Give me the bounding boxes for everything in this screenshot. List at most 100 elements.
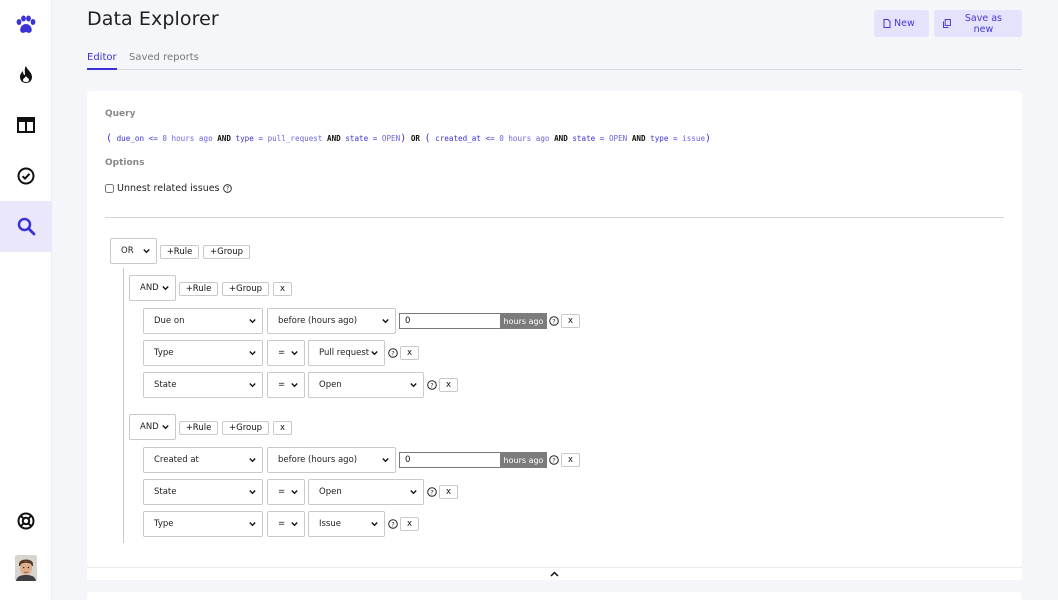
chevron-up-icon bbox=[550, 571, 559, 577]
remove-group-button[interactable]: x bbox=[273, 421, 292, 435]
chevron-down-icon bbox=[249, 383, 256, 388]
group-combinator-value: AND bbox=[140, 283, 159, 293]
rule-field-select[interactable]: Due on bbox=[143, 308, 263, 334]
user-avatar[interactable] bbox=[0, 543, 52, 593]
query-field: state bbox=[345, 134, 369, 143]
rule-field-value: Type bbox=[154, 519, 174, 529]
remove-group-button[interactable]: x bbox=[273, 282, 292, 296]
add-rule-button[interactable]: +Rule bbox=[160, 245, 199, 259]
chevron-down-icon bbox=[162, 425, 169, 430]
query-or: OR bbox=[410, 134, 420, 143]
add-group-button[interactable]: +Group bbox=[203, 245, 250, 259]
rule-field-select[interactable]: State bbox=[143, 372, 263, 398]
rule-field-select[interactable]: Type bbox=[143, 511, 263, 537]
add-rule-button[interactable]: +Rule bbox=[179, 282, 218, 296]
tab-editor[interactable]: Editor bbox=[87, 52, 117, 70]
sidebar-item-explorer[interactable] bbox=[0, 201, 52, 252]
rule-operator-select[interactable]: = bbox=[267, 340, 305, 366]
new-button-label: New bbox=[894, 18, 915, 29]
rule-value-select[interactable]: Pull request bbox=[308, 340, 385, 366]
chevron-down-icon bbox=[143, 249, 150, 254]
group-combinator-select[interactable]: AND bbox=[129, 275, 176, 301]
rule-operator-select[interactable]: before (hours ago) bbox=[267, 447, 396, 473]
lifebuoy-icon bbox=[17, 512, 35, 530]
rule-field-select[interactable]: State bbox=[143, 479, 263, 505]
rule-operator-value: = bbox=[278, 487, 286, 497]
tab-bar: Editor Saved reports bbox=[87, 50, 1022, 70]
rule-field-select[interactable]: Type bbox=[143, 340, 263, 366]
query-value: OPEN bbox=[381, 134, 401, 143]
rule-value-select[interactable]: Open bbox=[308, 479, 424, 505]
rule-field-select[interactable]: Created at bbox=[143, 447, 263, 473]
rule-operator-select[interactable]: = bbox=[267, 372, 305, 398]
chevron-down-icon bbox=[371, 522, 378, 527]
remove-rule-button[interactable]: x bbox=[561, 453, 580, 467]
help-icon: ? bbox=[388, 519, 398, 529]
svg-text:?: ? bbox=[552, 456, 555, 464]
page-title: Data Explorer bbox=[87, 8, 219, 30]
query-and: AND bbox=[217, 134, 231, 143]
chevron-down-icon bbox=[249, 522, 256, 527]
root-combinator-value: OR bbox=[121, 246, 134, 256]
svg-text:?: ? bbox=[552, 317, 555, 325]
chevron-down-icon bbox=[249, 319, 256, 324]
chevron-down-icon bbox=[382, 458, 389, 463]
rule-operator-select[interactable]: = bbox=[267, 511, 305, 537]
sidebar-item-tasks[interactable] bbox=[0, 151, 52, 201]
rule-value-input[interactable]: 0 bbox=[399, 313, 501, 329]
chevron-down-icon bbox=[371, 351, 378, 356]
flame-icon bbox=[20, 65, 32, 83]
root-combinator-select[interactable]: OR bbox=[110, 238, 157, 264]
save-as-new-button[interactable]: Save as new bbox=[934, 10, 1022, 37]
divider bbox=[105, 217, 1004, 218]
rule-value-input[interactable]: 0 bbox=[399, 452, 501, 468]
query-operator: = bbox=[673, 134, 678, 143]
rule-operator-select[interactable]: before (hours ago) bbox=[267, 308, 396, 334]
unnest-checkbox[interactable] bbox=[105, 184, 114, 193]
unnest-label: Unnest related issues bbox=[117, 183, 220, 194]
chevron-down-icon bbox=[382, 319, 389, 324]
help-icon: ? bbox=[549, 455, 559, 465]
query-field: type bbox=[235, 134, 254, 143]
svg-text:?: ? bbox=[430, 488, 433, 496]
remove-rule-button[interactable]: x bbox=[400, 517, 419, 531]
remove-rule-button[interactable]: x bbox=[400, 346, 419, 360]
add-group-button[interactable]: +Group bbox=[222, 282, 269, 296]
chevron-down-icon bbox=[249, 351, 256, 356]
add-rule-button[interactable]: +Rule bbox=[179, 421, 218, 435]
paw-logo[interactable] bbox=[0, 0, 52, 50]
remove-rule-button[interactable]: x bbox=[439, 378, 458, 392]
new-button[interactable]: New bbox=[874, 10, 929, 37]
file-icon bbox=[883, 19, 891, 28]
rule-operator-select[interactable]: = bbox=[267, 479, 305, 505]
rule-field-value: Type bbox=[154, 348, 174, 358]
collapse-toggle[interactable] bbox=[87, 567, 1022, 580]
rule-value-select[interactable]: Open bbox=[308, 372, 424, 398]
unnest-option[interactable]: Unnest related issues ? bbox=[105, 183, 232, 194]
rule-field-value: Created at bbox=[154, 455, 199, 465]
help-icon: ? bbox=[427, 487, 437, 497]
query-preview: ( due_on <= 0 hours ago AND type = pull_… bbox=[106, 133, 712, 144]
avatar bbox=[15, 555, 37, 581]
query-operator: = bbox=[599, 134, 605, 143]
root-group-line bbox=[123, 268, 124, 543]
group-combinator-select[interactable]: AND bbox=[129, 414, 176, 440]
paw-icon bbox=[16, 15, 36, 33]
sidebar-item-hot[interactable] bbox=[0, 49, 52, 99]
chevron-down-icon bbox=[249, 458, 256, 463]
sidebar-item-help[interactable] bbox=[0, 496, 52, 546]
chevron-down-icon bbox=[249, 490, 256, 495]
remove-rule-button[interactable]: x bbox=[561, 314, 580, 328]
tab-saved-reports[interactable]: Saved reports bbox=[129, 52, 199, 70]
rule-value-select[interactable]: Issue bbox=[308, 511, 385, 537]
rule-value: Open bbox=[319, 487, 342, 497]
chevron-down-icon bbox=[291, 383, 298, 388]
query-and: AND bbox=[327, 134, 341, 143]
query-field: type bbox=[650, 134, 669, 143]
remove-rule-button[interactable]: x bbox=[439, 485, 458, 499]
svg-text:?: ? bbox=[391, 349, 394, 357]
add-group-button[interactable]: +Group bbox=[222, 421, 269, 435]
rule-value: Open bbox=[319, 380, 342, 390]
sidebar-item-board[interactable] bbox=[0, 100, 52, 150]
chevron-down-icon bbox=[410, 490, 417, 495]
